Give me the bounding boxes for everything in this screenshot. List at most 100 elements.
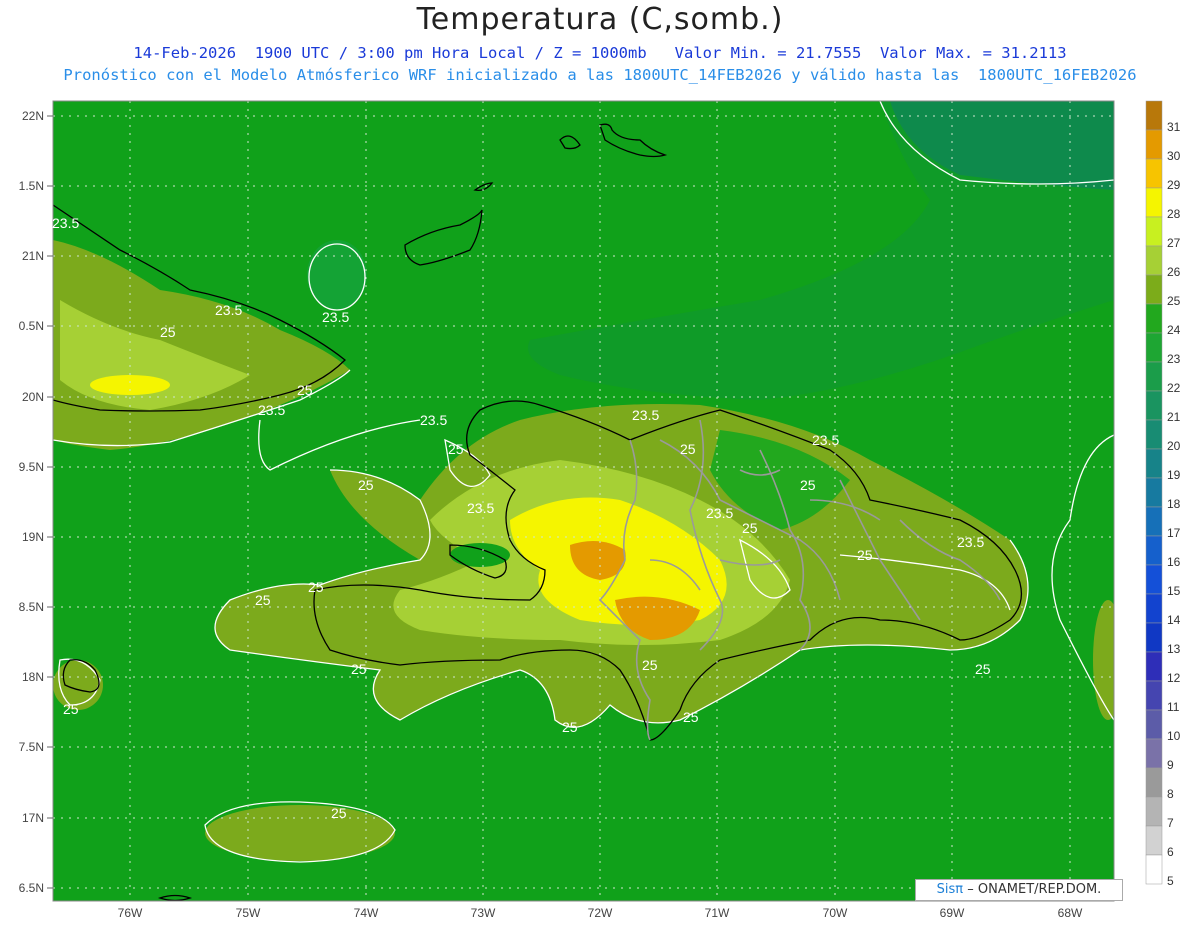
colorbar-label: 20 xyxy=(1167,439,1181,453)
lat-label: 21N xyxy=(22,249,44,263)
contour-label: 25 xyxy=(331,805,347,821)
lat-label: 22N xyxy=(22,109,44,123)
colorbar-label: 8 xyxy=(1167,787,1174,801)
lat-ticks xyxy=(47,115,53,889)
colorbar-label: 7 xyxy=(1167,816,1174,830)
colorbar-swatch xyxy=(1145,738,1163,769)
contour-label: 25 xyxy=(680,441,696,457)
lat-label: 18N xyxy=(22,670,44,684)
colorbar-label: 28 xyxy=(1167,207,1181,221)
lon-label: 72W xyxy=(588,906,613,920)
colorbar-swatch xyxy=(1145,825,1163,856)
lat-label: 6.5N xyxy=(19,881,44,895)
contour-label: 25 xyxy=(63,701,79,717)
credit-text: – ONAMET/REP.DOM. xyxy=(967,882,1102,897)
contour-label: 25 xyxy=(308,579,324,595)
colorbar-swatch xyxy=(1145,535,1163,566)
lon-label: 70W xyxy=(823,906,848,920)
credit-box: Sisπ – ONAMET/REP.DOM. xyxy=(915,879,1123,901)
colorbar-swatch xyxy=(1145,274,1163,305)
contour-label: 23.5 xyxy=(706,505,733,521)
colorbar-label: 6 xyxy=(1167,845,1174,859)
colorbar-swatch xyxy=(1145,448,1163,479)
colorbar-swatch xyxy=(1145,593,1163,624)
lat-label: 17N xyxy=(22,811,44,825)
colorbar-label: 29 xyxy=(1167,178,1181,192)
lat-label: 0.5N xyxy=(19,319,44,333)
contour-label: 25 xyxy=(562,719,578,735)
contour-label: 25 xyxy=(642,657,658,673)
colorbar-swatch xyxy=(1145,100,1163,131)
colorbar: 31 30 29 28 27 26 25 24 23 22 21 20 19 18 17 16 15 14 13 12… xyxy=(1145,100,1181,888)
colorbar-label: 24 xyxy=(1167,323,1181,337)
contour-label: 23.5 xyxy=(812,432,839,448)
colorbar-label: 17 xyxy=(1167,526,1181,540)
colorbar-swatch xyxy=(1145,245,1163,276)
colorbar-swatch xyxy=(1145,158,1163,189)
lat-label: 19N xyxy=(22,530,44,544)
colorbar-swatch xyxy=(1145,796,1163,827)
contour-label: 25 xyxy=(255,592,271,608)
contour-label: 25 xyxy=(448,441,464,457)
colorbar-swatch xyxy=(1145,129,1163,160)
colorbar-swatch xyxy=(1145,187,1163,218)
lon-label: 71W xyxy=(705,906,730,920)
colorbar-swatch xyxy=(1145,709,1163,740)
colorbar-label: 26 xyxy=(1167,265,1181,279)
lon-label: 69W xyxy=(940,906,965,920)
lon-label: 73W xyxy=(471,906,496,920)
colorbar-label: 14 xyxy=(1167,613,1181,627)
contour-label: 23.5 xyxy=(215,302,242,318)
colorbar-label: 25 xyxy=(1167,294,1181,308)
colorbar-label: 13 xyxy=(1167,642,1181,656)
contour-label: 25 xyxy=(857,547,873,563)
colorbar-swatch xyxy=(1145,477,1163,508)
colorbar-swatch xyxy=(1145,303,1163,334)
temperature-map: 23.5 23.5 23.5 23.5 23.5 23.5 23.5 23.5 … xyxy=(19,100,1181,920)
lat-label: 9.5N xyxy=(19,460,44,474)
contour-label: 25 xyxy=(297,382,313,398)
contour-label: 23.5 xyxy=(957,534,984,550)
colorbar-swatch xyxy=(1145,506,1163,537)
contour-label: 25 xyxy=(351,661,367,677)
colorbar-swatch xyxy=(1145,216,1163,247)
colorbar-swatch xyxy=(1145,361,1163,392)
colorbar-label: 11 xyxy=(1167,700,1180,714)
colorbar-label: 21 xyxy=(1167,410,1181,424)
colorbar-swatch xyxy=(1145,651,1163,682)
contour-label: 25 xyxy=(358,477,374,493)
colorbar-swatch xyxy=(1145,854,1163,885)
contour-label: 25 xyxy=(742,520,758,536)
lon-label: 74W xyxy=(354,906,379,920)
colorbar-swatch xyxy=(1145,767,1163,798)
lat-label: 1.5N xyxy=(19,179,44,193)
colorbar-label: 22 xyxy=(1167,381,1181,395)
lat-label: 7.5N xyxy=(19,740,44,754)
lake-cool xyxy=(450,543,510,567)
colorbar-swatch xyxy=(1145,332,1163,363)
contour-label: 23.5 xyxy=(52,215,79,231)
contour-label: 23.5 xyxy=(420,412,447,428)
contour-label: 23.5 xyxy=(322,309,349,325)
colorbar-swatch xyxy=(1145,622,1163,653)
lon-label: 68W xyxy=(1058,906,1083,920)
longitude-labels: 76W 75W 74W 73W 72W 71W 70W 69W 68W xyxy=(118,906,1083,920)
contour-label: 25 xyxy=(160,324,176,340)
colorbar-label: 31 xyxy=(1167,120,1181,134)
temperature-field xyxy=(53,101,1114,901)
contour-label: 23.5 xyxy=(467,500,494,516)
colorbar-swatch xyxy=(1145,419,1163,450)
colorbar-label: 23 xyxy=(1167,352,1181,366)
lon-label: 75W xyxy=(236,906,261,920)
lon-label: 76W xyxy=(118,906,143,920)
colorbar-label: 30 xyxy=(1167,149,1181,163)
contour-label: 25 xyxy=(975,661,991,677)
colorbar-label: 12 xyxy=(1167,671,1181,685)
contour-label: 23.5 xyxy=(632,407,659,423)
sispi-logo: Sisπ xyxy=(936,882,964,897)
lat-label: 8.5N xyxy=(19,600,44,614)
colorbar-label: 27 xyxy=(1167,236,1181,250)
lat-label: 20N xyxy=(22,390,44,404)
warm-blob-east xyxy=(1093,600,1114,720)
contour-label: 23.5 xyxy=(258,402,285,418)
